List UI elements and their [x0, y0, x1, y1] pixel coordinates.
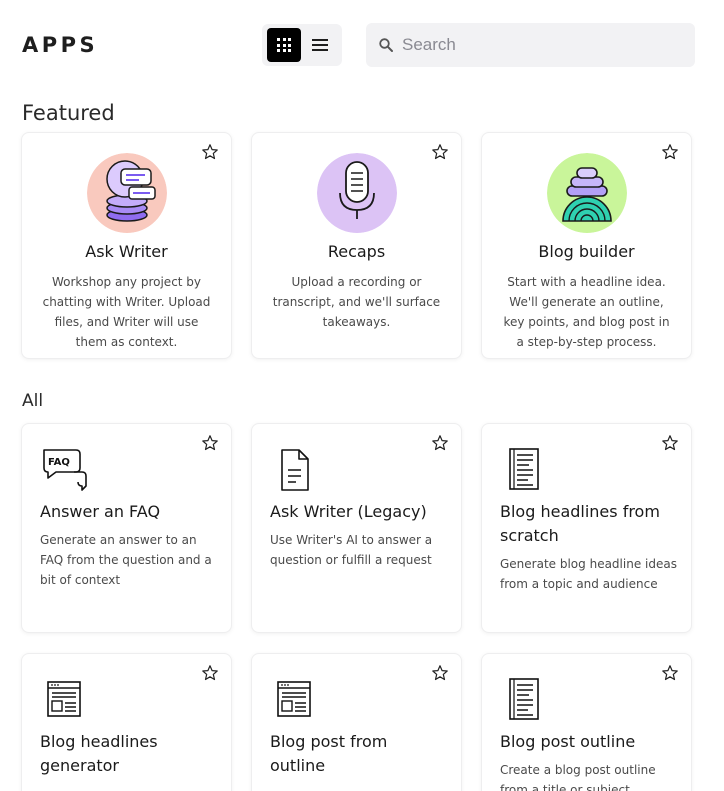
section-title-featured: Featured: [22, 101, 115, 125]
featured-card-blog-builder[interactable]: Blog builder Start with a headline idea.…: [481, 132, 692, 359]
featured-card-title: Ask Writer: [85, 242, 168, 261]
featured-card-recaps[interactable]: Recaps Upload a recording or transcript,…: [251, 132, 462, 359]
svg-text:FAQ: FAQ: [48, 457, 70, 468]
search-input[interactable]: [402, 23, 687, 67]
browser-layout-icon: [277, 681, 311, 717]
star-icon[interactable]: [661, 143, 679, 161]
star-icon[interactable]: [431, 143, 449, 161]
star-icon[interactable]: [201, 434, 219, 452]
section-title-all: All: [22, 391, 44, 411]
search-box[interactable]: [366, 23, 695, 67]
view-toggle: [262, 24, 342, 66]
app-card-title: Blog post from outline: [270, 732, 388, 775]
featured-card-description: Workshop any project by chatting with Wr…: [42, 275, 211, 349]
document-icon: [281, 449, 309, 491]
browser-layout-icon: [47, 681, 81, 717]
app-card-title: Blog headlines generator: [40, 732, 158, 775]
search-icon: [379, 38, 393, 52]
star-icon[interactable]: [431, 434, 449, 452]
page-title: APPS: [22, 33, 99, 57]
star-icon[interactable]: [661, 664, 679, 682]
app-card-title: Ask Writer (Legacy): [270, 502, 427, 521]
app-card-description: Generate an answer to an FAQ from the qu…: [40, 533, 212, 587]
featured-card-description: Start with a headline idea. We'll genera…: [503, 275, 670, 349]
list-view-button[interactable]: [303, 28, 337, 62]
app-card-description: Use Writer's AI to answer a question or …: [270, 533, 433, 567]
stacked-shapes-icon: [546, 153, 627, 233]
app-card-blog-post-from-outline[interactable]: Blog post from outline: [251, 653, 462, 791]
ask-writer-chat-icon: [86, 153, 167, 233]
top-bar: APPS: [0, 0, 724, 90]
list-icon: [312, 39, 328, 51]
text-page-icon: [509, 678, 539, 720]
app-card-title: Blog headlines from scratch: [500, 502, 660, 545]
grid-view-button[interactable]: [267, 28, 301, 62]
app-card-blog-headlines-scratch[interactable]: Blog headlines from scratch Generate blo…: [481, 423, 692, 633]
star-icon[interactable]: [201, 664, 219, 682]
microphone-icon: [316, 153, 397, 233]
app-card-ask-writer-legacy[interactable]: Ask Writer (Legacy) Use Writer's AI to a…: [251, 423, 462, 633]
grid-icon: [277, 38, 291, 52]
star-icon[interactable]: [431, 664, 449, 682]
app-card-description: Create a blog post outline from a title …: [500, 763, 656, 791]
featured-card-description: Upload a recording or transcript, and we…: [272, 275, 441, 329]
star-icon[interactable]: [661, 434, 679, 452]
app-card-title: Blog post outline: [500, 732, 636, 751]
app-card-blog-post-outline[interactable]: Blog post outline Create a blog post out…: [481, 653, 692, 791]
app-card-answer-faq[interactable]: FAQ Answer an FAQ Generate an answer to …: [21, 423, 232, 633]
featured-card-title: Blog builder: [538, 242, 635, 261]
featured-card-ask-writer[interactable]: Ask Writer Workshop any project by chatt…: [21, 132, 232, 359]
text-page-icon: [509, 448, 539, 490]
app-card-description: Generate blog headline ideas from a topi…: [500, 557, 677, 591]
featured-card-title: Recaps: [327, 242, 386, 261]
app-card-blog-headlines-generator[interactable]: Blog headlines generator: [21, 653, 232, 791]
star-icon[interactable]: [201, 143, 219, 161]
app-card-title: Answer an FAQ: [40, 502, 161, 521]
faq-bubble-icon: FAQ: [43, 449, 87, 491]
